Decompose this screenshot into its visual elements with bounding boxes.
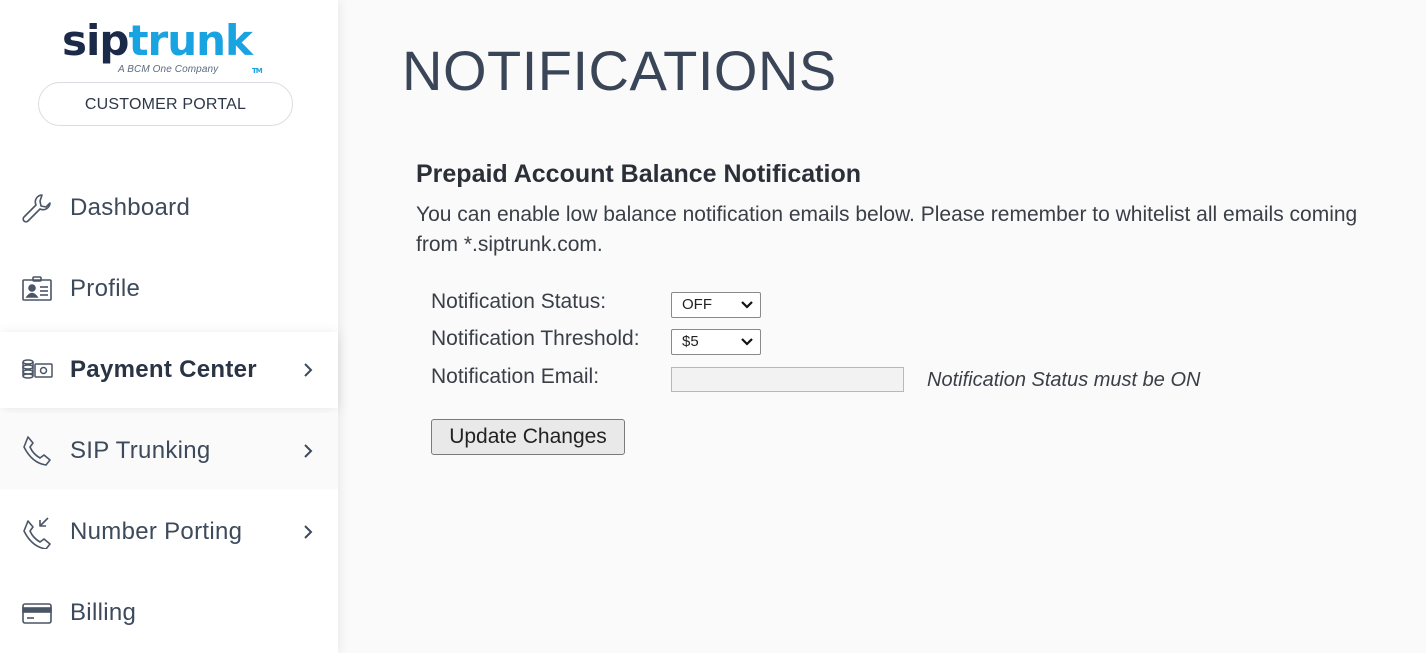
- sidebar-item-payment-center[interactable]: Payment Center: [0, 332, 338, 408]
- notification-threshold-value: $5: [682, 333, 699, 350]
- phone-icon: [23, 436, 51, 466]
- phone-incoming-icon: [23, 517, 51, 549]
- notification-threshold-select[interactable]: $5: [671, 329, 761, 355]
- sidebar-item-label: Profile: [70, 275, 141, 302]
- notification-status-select[interactable]: OFF: [671, 292, 761, 318]
- sidebar-item-billing[interactable]: Billing: [0, 575, 338, 651]
- chevron-right-icon: [304, 525, 313, 539]
- logo-trademark: TM: [252, 67, 263, 75]
- email-hint: Notification Status must be ON: [927, 369, 1201, 391]
- page-title: NOTIFICATIONS: [402, 39, 837, 102]
- update-changes-button[interactable]: Update Changes: [431, 419, 625, 455]
- sidebar: siptrunkTM A BCM One Company CUSTOMER PO…: [0, 0, 338, 653]
- section-title: Prepaid Account Balance Notification: [416, 160, 861, 188]
- sidebar-item-label: Number Porting: [70, 518, 243, 545]
- notification-threshold-label: Notification Threshold:: [431, 327, 640, 350]
- logo-wordmark: siptrunkTM: [62, 20, 272, 76]
- sidebar-item-label: Payment Center: [70, 356, 257, 383]
- sidebar-item-label: Dashboard: [70, 194, 191, 221]
- notification-email-label: Notification Email:: [431, 365, 600, 388]
- sidebar-item-number-porting[interactable]: Number Porting: [0, 494, 338, 570]
- chevron-right-icon: [304, 363, 313, 377]
- coins-icon: [22, 359, 53, 379]
- wrench-icon: [22, 194, 51, 223]
- customer-portal-badge[interactable]: CUSTOMER PORTAL: [38, 82, 293, 126]
- section-description: You can enable low balance notification …: [416, 203, 1358, 256]
- logo-tagline: A BCM One Company: [118, 64, 219, 75]
- siptrunk-logo[interactable]: siptrunkTM A BCM One Company: [62, 20, 272, 80]
- sidebar-item-profile[interactable]: Profile: [0, 251, 338, 327]
- logo-trunk: trunk: [128, 16, 253, 65]
- notification-status-label: Notification Status:: [431, 290, 607, 313]
- sidebar-item-label: SIP Trunking: [70, 437, 211, 464]
- id-card-icon: [22, 276, 52, 301]
- sidebar-item-sip-trunking[interactable]: SIP Trunking: [0, 413, 338, 489]
- credit-card-icon: [22, 603, 52, 624]
- chevron-down-icon: [741, 338, 753, 346]
- notification-email-input[interactable]: [671, 367, 904, 392]
- chevron-down-icon: [741, 301, 753, 309]
- chevron-right-icon: [304, 444, 313, 458]
- sidebar-item-dashboard[interactable]: Dashboard: [0, 170, 338, 246]
- logo-sip: sip: [62, 16, 129, 65]
- sidebar-item-label: Billing: [70, 599, 137, 626]
- notification-status-value: OFF: [682, 296, 712, 313]
